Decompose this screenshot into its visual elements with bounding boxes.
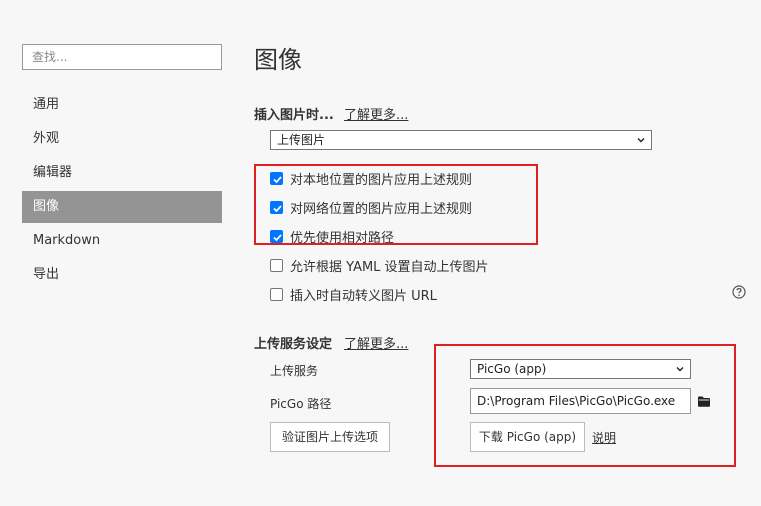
chevron-down-icon [637,138,645,143]
help-icon[interactable] [732,285,746,299]
upload-learn-more-link[interactable]: 了解更多... [344,333,408,352]
sidebar-item-general[interactable]: 通用 [22,89,222,121]
upload-service-label: 上传服务 [270,364,319,378]
verify-upload-button[interactable]: 验证图片上传选项 [270,422,390,452]
preferences-window: 通用 外观 编辑器 图像 Markdown 导出 图像 插入图片时... 了解更… [0,0,761,506]
search-input[interactable] [22,44,222,70]
insert-action-select[interactable]: 上传图片 [270,130,652,150]
sidebar-item-image[interactable]: 图像 [22,191,222,223]
page-title: 图像 [254,46,302,74]
sidebar-item-export[interactable]: 导出 [22,259,222,291]
insert-section-label: 插入图片时... [254,108,334,123]
insert-learn-more-link[interactable]: 了解更多... [344,104,408,123]
checkbox-row-escape-url[interactable]: 插入时自动转义图片 URL [270,284,437,304]
checkbox-row-yaml[interactable]: 允许根据 YAML 设置自动上传图片 [270,255,489,275]
checkbox-escape-url[interactable] [270,287,283,301]
highlight-box-upload [434,344,736,467]
checkbox-label: 插入时自动转义图片 URL [290,288,437,304]
sidebar-item-markdown[interactable]: Markdown [22,225,222,257]
picgo-path-label: PicGo 路径 [270,397,332,411]
sidebar-item-editor[interactable]: 编辑器 [22,157,222,189]
highlight-box-checkboxes [254,164,538,245]
upload-section-label: 上传服务设定 [254,337,333,352]
insert-action-value: 上传图片 [277,133,326,147]
checkbox-yaml[interactable] [270,258,283,272]
checkbox-label: 允许根据 YAML 设置自动上传图片 [290,259,489,275]
sidebar-item-appearance[interactable]: 外观 [22,123,222,155]
